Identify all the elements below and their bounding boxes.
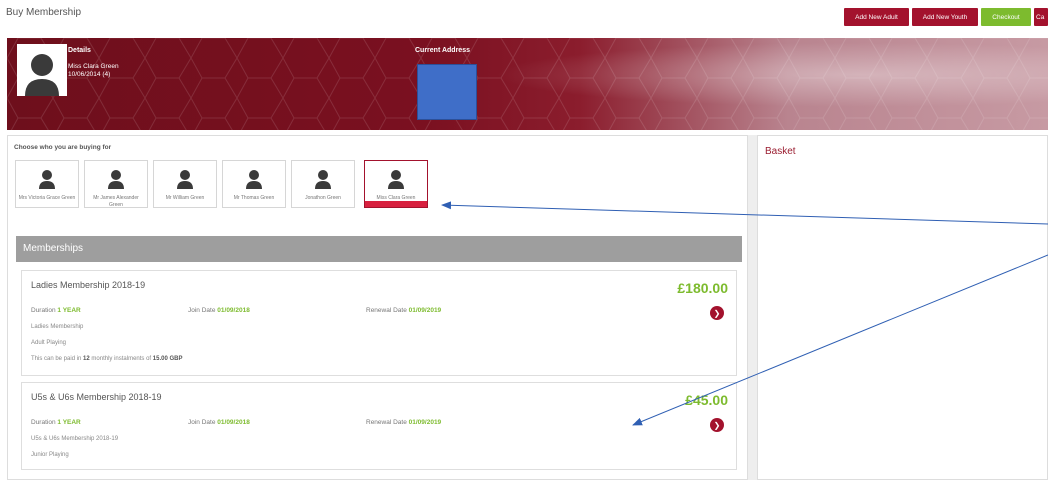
purchase-panel: Choose who you are buying for Mrs Victor… — [7, 135, 748, 480]
address-map — [417, 64, 477, 120]
membership-description: Ladies Membership — [31, 324, 84, 330]
memberships-header: Memberships — [16, 236, 742, 262]
instalment-count: 12 — [83, 356, 90, 362]
instalment-info: This can be paid in 12 monthly instalmen… — [31, 356, 182, 362]
duration-value: 1 YEAR — [57, 307, 81, 314]
checkout-button[interactable]: Checkout — [981, 8, 1031, 26]
cancel-button[interactable]: Ca — [1034, 8, 1048, 26]
member-card-selected[interactable]: Miss Clara Green — [364, 160, 428, 208]
selected-indicator — [365, 201, 427, 207]
person-icon — [39, 170, 55, 189]
member-card[interactable]: Mr William Green — [153, 160, 217, 208]
member-card[interactable]: Jonathon Green — [291, 160, 355, 208]
hexagon-pattern — [7, 38, 1048, 130]
join-date-label: Join Date — [188, 419, 216, 426]
person-icon — [177, 170, 193, 189]
membership-category: Junior Playing — [31, 452, 69, 458]
renewal-date: Renewal Date 01/09/2019 — [366, 307, 441, 314]
duration-label: Duration — [31, 307, 56, 314]
add-new-adult-button[interactable]: Add New Adult — [844, 8, 909, 26]
membership-description: U5s & U6s Membership 2018-19 — [31, 436, 119, 442]
renewal-date-label: Renewal Date — [366, 307, 407, 314]
member-avatar — [17, 44, 67, 96]
join-date-value: 01/09/2018 — [217, 419, 250, 426]
duration: Duration 1 YEAR — [31, 419, 81, 426]
member-card[interactable]: Mr Thomas Green — [222, 160, 286, 208]
basket-panel: Basket — [757, 135, 1048, 480]
join-date-value: 01/09/2018 — [217, 307, 250, 314]
instalment-prefix: This can be paid in — [31, 356, 82, 362]
page-title: Buy Membership — [6, 7, 82, 18]
chevron-right-icon[interactable]: ❯ — [710, 306, 724, 320]
person-icon — [315, 170, 331, 189]
renewal-date-value: 01/09/2019 — [408, 419, 442, 426]
renewal-date-label: Renewal Date — [366, 419, 407, 426]
person-icon — [25, 54, 59, 96]
chevron-right-icon[interactable]: ❯ — [710, 418, 724, 432]
duration-value: 1 YEAR — [57, 419, 81, 426]
renewal-date-value: 01/09/2019 — [408, 307, 442, 314]
member-card[interactable]: Mrs Victoria Grace Green — [15, 160, 79, 208]
membership-price: £180.00 — [677, 280, 728, 296]
member-card-name: Jonathon Green — [305, 195, 341, 201]
member-name: Miss Clara Green — [68, 63, 119, 70]
membership-item[interactable]: U5s & U6s Membership 2018-19 £45.00 ❯ Du… — [21, 382, 737, 470]
member-card[interactable]: Mr James Alexander Green — [84, 160, 148, 208]
membership-title: U5s & U6s Membership 2018-19 — [31, 392, 162, 402]
membership-item[interactable]: Ladies Membership 2018-19 £180.00 ❯ Dura… — [21, 270, 737, 376]
instalment-amount: 15.00 GBP — [152, 356, 183, 362]
person-icon — [388, 170, 404, 189]
renewal-date: Renewal Date 01/09/2019 — [366, 419, 441, 426]
panel-gutter — [748, 135, 757, 480]
member-card-name: Mr William Green — [165, 195, 205, 201]
duration-label: Duration — [31, 419, 56, 426]
join-date: Join Date 01/09/2018 — [188, 307, 250, 314]
top-bar: Buy Membership Add New Adult Add New You… — [0, 0, 1048, 32]
join-date-label: Join Date — [188, 307, 216, 314]
membership-title: Ladies Membership 2018-19 — [31, 280, 146, 290]
choose-member-label: Choose who you are buying for — [14, 144, 112, 151]
member-dob: 10/06/2014 (4) — [68, 71, 111, 78]
member-banner: Details Miss Clara Green 10/06/2014 (4) … — [7, 38, 1048, 130]
member-card-name: Mrs Victoria Grace Green — [18, 195, 76, 201]
membership-category: Adult Playing — [31, 340, 67, 346]
join-date: Join Date 01/09/2018 — [188, 419, 250, 426]
details-label: Details — [68, 47, 91, 54]
membership-price: £45.00 — [685, 392, 728, 408]
person-icon — [108, 170, 124, 189]
add-new-youth-button[interactable]: Add New Youth — [912, 8, 978, 26]
member-card-name: Mr Thomas Green — [233, 195, 275, 201]
duration: Duration 1 YEAR — [31, 307, 81, 314]
member-card-name: Mr James Alexander Green — [93, 195, 139, 208]
current-address-label: Current Address — [415, 47, 470, 54]
memberships-title: Memberships — [23, 243, 84, 254]
basket-title: Basket — [765, 146, 796, 157]
instalment-mid: monthly instalments of — [91, 356, 152, 362]
person-icon — [246, 170, 262, 189]
